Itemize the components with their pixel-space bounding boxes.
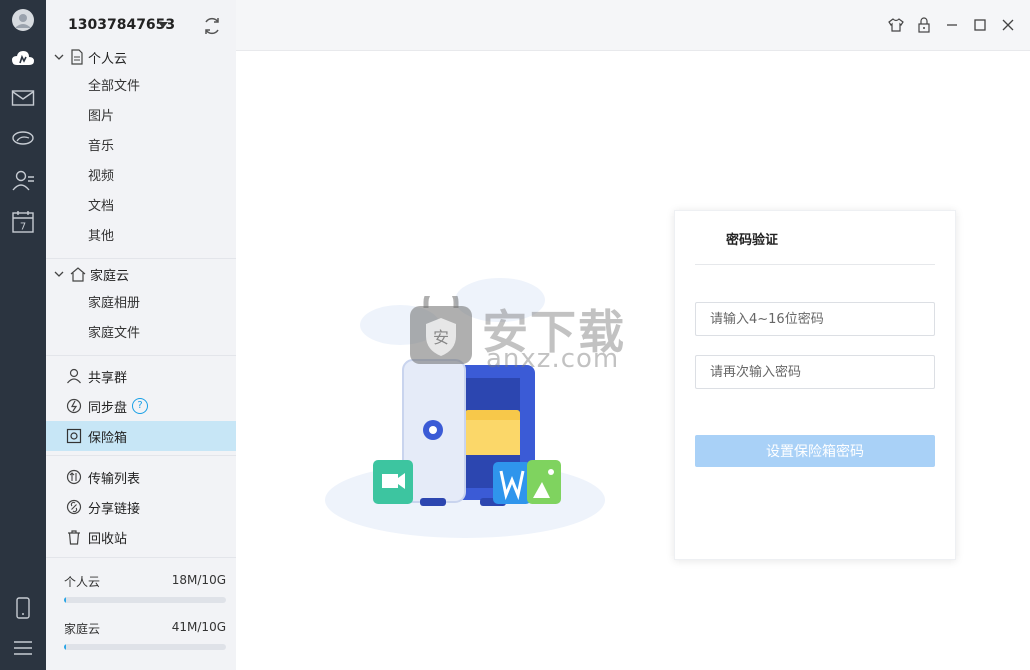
svg-text:7: 7	[20, 222, 26, 233]
nav-transfer-list[interactable]: 传输列表	[46, 462, 236, 492]
divider	[695, 264, 935, 265]
storage-personal-label: 个人云	[64, 575, 101, 589]
group-label: 个人云	[88, 51, 128, 67]
nav-recycle-bin[interactable]: 回收站	[46, 522, 236, 552]
calendar-icon[interactable]: 7	[0, 202, 46, 242]
watermark-shield-icon: 安	[408, 284, 474, 366]
trash-icon	[66, 529, 82, 545]
phone-icon[interactable]	[0, 588, 46, 628]
avatar-icon[interactable]	[0, 0, 46, 40]
sync-disk-icon	[66, 398, 82, 414]
nav-label: 共享群	[88, 370, 128, 386]
chevron-down-icon[interactable]	[158, 22, 168, 28]
divider	[46, 355, 236, 356]
sidebar-item-video[interactable]: 视频	[88, 166, 114, 188]
storage-personal-value: 18M/10G	[171, 573, 226, 587]
storage-personal-fill	[64, 597, 67, 603]
sidebar-item-family-files[interactable]: 家庭文件	[88, 323, 140, 345]
sidebar-item-documents[interactable]: 文档	[88, 196, 114, 218]
nav-safe-box[interactable]: 保险箱	[46, 421, 236, 451]
minimize-icon[interactable]	[944, 17, 960, 37]
group-personal-cloud[interactable]: 个人云	[52, 46, 127, 68]
document-icon	[70, 49, 84, 65]
contacts-icon[interactable]	[0, 160, 46, 200]
lock-icon[interactable]	[916, 17, 932, 37]
transfer-icon	[66, 469, 82, 485]
storage-family-label: 家庭云	[64, 622, 101, 636]
cloud-icon[interactable]	[0, 38, 46, 78]
password-input[interactable]	[695, 302, 935, 336]
chat-icon[interactable]	[0, 118, 46, 158]
skin-icon[interactable]	[888, 17, 904, 37]
nav-label: 回收站	[88, 531, 128, 547]
divider	[46, 258, 236, 259]
maximize-icon[interactable]	[972, 17, 988, 37]
confirm-password-input[interactable]	[695, 355, 935, 389]
sidebar-item-pictures[interactable]: 图片	[88, 106, 114, 128]
sidebar-item-other[interactable]: 其他	[88, 226, 114, 248]
title-bar	[236, 0, 1030, 51]
storage-family-value: 41M/10G	[171, 620, 226, 634]
sidebar-item-all-files[interactable]: 全部文件	[88, 76, 140, 98]
nav-label: 传输列表	[88, 471, 141, 487]
storage-family-fill	[64, 644, 67, 650]
nav-label: 同步盘	[88, 400, 128, 416]
nav-share-links[interactable]: 分享链接	[46, 492, 236, 522]
menu-icon[interactable]	[0, 628, 46, 668]
home-icon	[70, 266, 86, 282]
sidebar: 13037847653 个人云 全部文件 图片 音乐 视频 文档 其他 家庭云 …	[46, 0, 236, 670]
storage-personal-bar	[64, 597, 226, 603]
group-label: 家庭云	[90, 268, 130, 284]
mail-icon[interactable]	[0, 78, 46, 118]
svg-text:安: 安	[433, 328, 449, 347]
password-card: 密码验证 设置保险箱密码	[674, 210, 956, 560]
nav-sync-disk[interactable]: 同步盘 ?	[46, 391, 236, 421]
chevron-down-icon	[52, 53, 66, 61]
close-icon[interactable]	[1000, 17, 1016, 37]
nav-label: 分享链接	[88, 501, 141, 517]
nav-label: 保险箱	[88, 430, 128, 446]
help-icon[interactable]: ?	[132, 398, 149, 414]
divider	[46, 557, 236, 558]
set-safe-password-button[interactable]: 设置保险箱密码	[695, 435, 935, 467]
user-icon	[66, 368, 82, 384]
watermark-subtext: anxz.com	[486, 344, 620, 374]
storage-family-bar	[64, 644, 226, 650]
link-icon	[66, 499, 82, 515]
app-rail: 7	[0, 0, 46, 670]
divider	[46, 455, 236, 456]
sidebar-item-family-album[interactable]: 家庭相册	[88, 293, 140, 315]
card-title: 密码验证	[726, 233, 779, 248]
refresh-icon[interactable]	[202, 16, 222, 40]
group-family-cloud[interactable]: 家庭云	[52, 263, 129, 285]
sidebar-item-music[interactable]: 音乐	[88, 136, 114, 158]
nav-share-group[interactable]: 共享群	[46, 361, 236, 391]
chevron-down-icon	[52, 270, 66, 278]
safe-icon	[66, 428, 82, 444]
